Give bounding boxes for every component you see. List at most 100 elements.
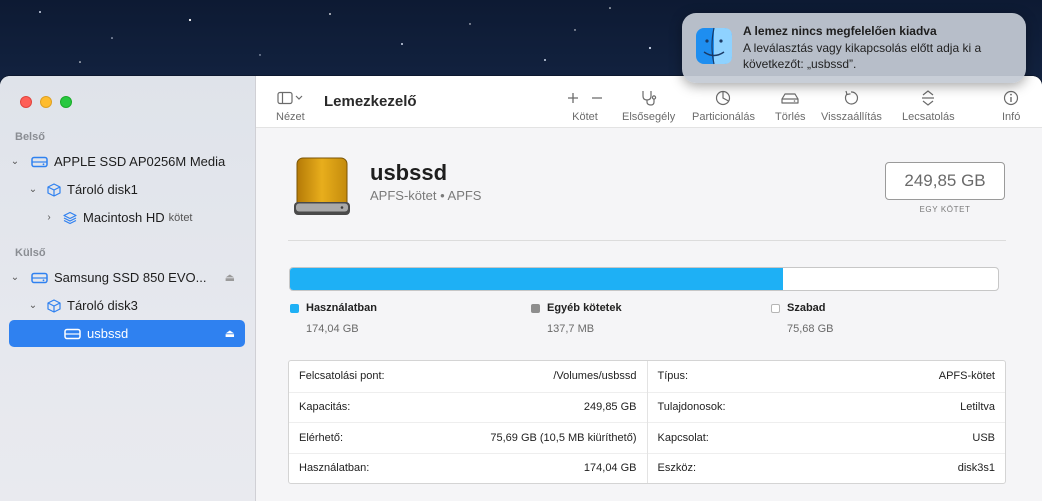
legend-used: Használatban 174,04 GB <box>290 302 377 335</box>
restore-button[interactable]: Visszaállítás <box>821 88 882 123</box>
sidebar-item-container-disk1[interactable]: ⌄ Tároló disk1 <box>9 176 245 203</box>
erase-drive-icon <box>780 88 800 108</box>
partition-button-label: Particionálás <box>692 111 755 123</box>
notification-banner[interactable]: A lemez nincs megfelelően kiadva A levál… <box>682 13 1026 83</box>
capacity-caption: EGY KÖTET <box>919 205 971 214</box>
volume-name: usbssd <box>370 160 448 185</box>
finder-icon <box>696 27 732 65</box>
info-value: disk3s1 <box>957 462 995 475</box>
container-cube-icon <box>47 182 61 197</box>
sidebar-item-apple-ssd[interactable]: ⌄ APPLE SSD AP0256M Media <box>9 148 245 175</box>
erase-button[interactable]: Törlés <box>775 88 806 123</box>
legend-label: Használatban <box>306 302 377 314</box>
sidebar-item-label: usbssd <box>87 326 129 341</box>
volume-stack-icon <box>63 211 77 224</box>
add-remove-icon <box>566 88 604 108</box>
legend-swatch-other <box>531 303 540 313</box>
legend-value: 137,7 MB <box>547 323 595 335</box>
window-controls <box>20 96 72 108</box>
disk-utility-window: Belső ⌄ APPLE SSD AP0256M Media ⌄ Tároló… <box>0 76 1042 501</box>
notification-title: A lemez nincs megfelelően kiadva <box>743 24 937 38</box>
chevron-right-icon[interactable]: › <box>43 212 55 223</box>
info-value: /Volumes/usbssd <box>553 370 637 383</box>
info-value: APFS-kötet <box>938 370 995 383</box>
volume-button[interactable]: Kötet <box>566 88 604 123</box>
volume-button-label: Kötet <box>572 111 598 123</box>
info-row-device: Eszköz: disk3s1 <box>647 452 1005 484</box>
info-key: Kapcsolat: <box>657 431 709 444</box>
sidebar: Belső ⌄ APPLE SSD AP0256M Media ⌄ Tároló… <box>0 76 256 501</box>
first-aid-button[interactable]: Elsősegély <box>622 88 675 123</box>
legend-swatch-used <box>290 303 299 313</box>
info-value: Letiltva <box>960 401 995 414</box>
legend-value: 174,04 GB <box>306 323 359 335</box>
info-row-mount-point: Felcsatolási pont: /Volumes/usbssd <box>289 361 647 392</box>
info-value: 174,04 GB <box>583 462 637 475</box>
info-column-left: Felcsatolási pont: /Volumes/usbssd Kapaci… <box>289 361 648 483</box>
eject-icon[interactable]: ⏏ <box>225 327 235 340</box>
legend-other-volumes: Egyéb kötetek 137,7 MB <box>531 302 622 335</box>
unmount-button-label: Lecsatolás <box>902 111 955 123</box>
sidebar-item-samsung-ssd[interactable]: ⌄ Samsung SSD 850 EVO... ⏏ <box>9 264 245 291</box>
view-button[interactable]: Nézet <box>276 88 305 123</box>
legend-free: Szabad 75,68 GB <box>771 302 833 335</box>
internal-drive-icon <box>31 156 48 167</box>
sidebar-toggle-icon <box>277 88 303 108</box>
zoom-window-button[interactable] <box>60 96 72 108</box>
info-row-capacity: Kapacitás: 249,85 GB <box>289 391 647 423</box>
info-row-connection: Kapcsolat: USB <box>647 422 1005 453</box>
eject-icon[interactable]: ⏏ <box>225 271 235 284</box>
sidebar-item-suffix: kötet <box>168 211 193 224</box>
capacity-box: 249,85 GB <box>885 162 1005 200</box>
chevron-down-icon[interactable]: ⌄ <box>27 300 39 311</box>
sidebar-item-usbssd[interactable]: usbssd ⏏ <box>9 320 245 347</box>
usage-bar <box>289 267 999 291</box>
volume-subtitle: APFS-kötet • APFS <box>370 188 482 203</box>
partition-button[interactable]: Particionálás <box>692 88 755 123</box>
erase-button-label: Törlés <box>775 111 806 123</box>
sidebar-item-label: Macintosh HD <box>83 210 165 225</box>
external-drive-icon <box>31 272 48 283</box>
chevron-down-icon[interactable]: ⌄ <box>27 184 39 195</box>
unmount-button[interactable]: Lecsatolás <box>902 88 955 123</box>
info-value: USB <box>972 431 995 444</box>
info-button-label: Infó <box>1002 111 1021 123</box>
close-window-button[interactable] <box>20 96 32 108</box>
info-table: Felcsatolási pont: /Volumes/usbssd Kapaci… <box>288 360 1006 484</box>
chevron-down-icon[interactable]: ⌄ <box>9 272 21 283</box>
minimize-window-button[interactable] <box>40 96 52 108</box>
stethoscope-icon <box>640 88 658 108</box>
sidebar-section-internal: Belső <box>15 131 45 143</box>
first-aid-button-label: Elsősegély <box>622 111 676 123</box>
sidebar-item-label: APPLE SSD AP0256M Media <box>54 154 226 169</box>
volume-drive-icon <box>64 328 81 339</box>
sidebar-item-label: Tároló disk3 <box>67 298 138 313</box>
legend-label: Szabad <box>787 302 826 314</box>
restore-button-label: Visszaállítás <box>821 111 882 123</box>
sidebar-section-external: Külső <box>15 247 46 259</box>
info-key: Kapacitás: <box>299 401 351 414</box>
container-cube-icon <box>47 298 61 313</box>
info-icon <box>1003 88 1019 108</box>
chevron-down-icon[interactable]: ⌄ <box>9 156 21 167</box>
info-row-type: Típus: APFS-kötet <box>648 361 1006 392</box>
info-column-right: Típus: APFS-kötet Tulajdonosok: Letiltva K… <box>647 361 1006 484</box>
info-key: Használatban: <box>299 462 370 475</box>
sidebar-item-container-disk3[interactable]: ⌄ Tároló disk3 <box>9 292 245 319</box>
sidebar-item-label: Tároló disk1 <box>67 182 138 197</box>
info-value: 75,69 GB (10,5 MB kiüríthető) <box>490 431 637 444</box>
info-key: Eszköz: <box>657 462 697 475</box>
app-title: Lemezkezelő <box>324 93 417 110</box>
info-row-available: Elérhető: 75,69 GB (10,5 MB kiüríthető) <box>289 422 647 453</box>
sidebar-item-macintosh-hd[interactable]: › Macintosh HD kötet <box>9 204 245 231</box>
info-key: Elérhető: <box>299 431 344 444</box>
notification-body: A leválasztás vagy kikapcsolás előtt adj… <box>743 41 982 71</box>
legend-swatch-free <box>771 303 780 313</box>
restore-arrow-icon <box>843 88 859 108</box>
info-button[interactable]: Infó <box>1002 88 1020 123</box>
main-content: usbssd APFS-kötet • APFS 249,85 GB EGY K… <box>256 128 1042 501</box>
info-key: Felcsatolási pont: <box>299 370 385 383</box>
view-button-label: Nézet <box>276 111 305 123</box>
toolbar: Nézet Lemezkezelő Kötet Elsősegély Parti… <box>256 76 1042 128</box>
unmount-icon <box>920 88 936 108</box>
